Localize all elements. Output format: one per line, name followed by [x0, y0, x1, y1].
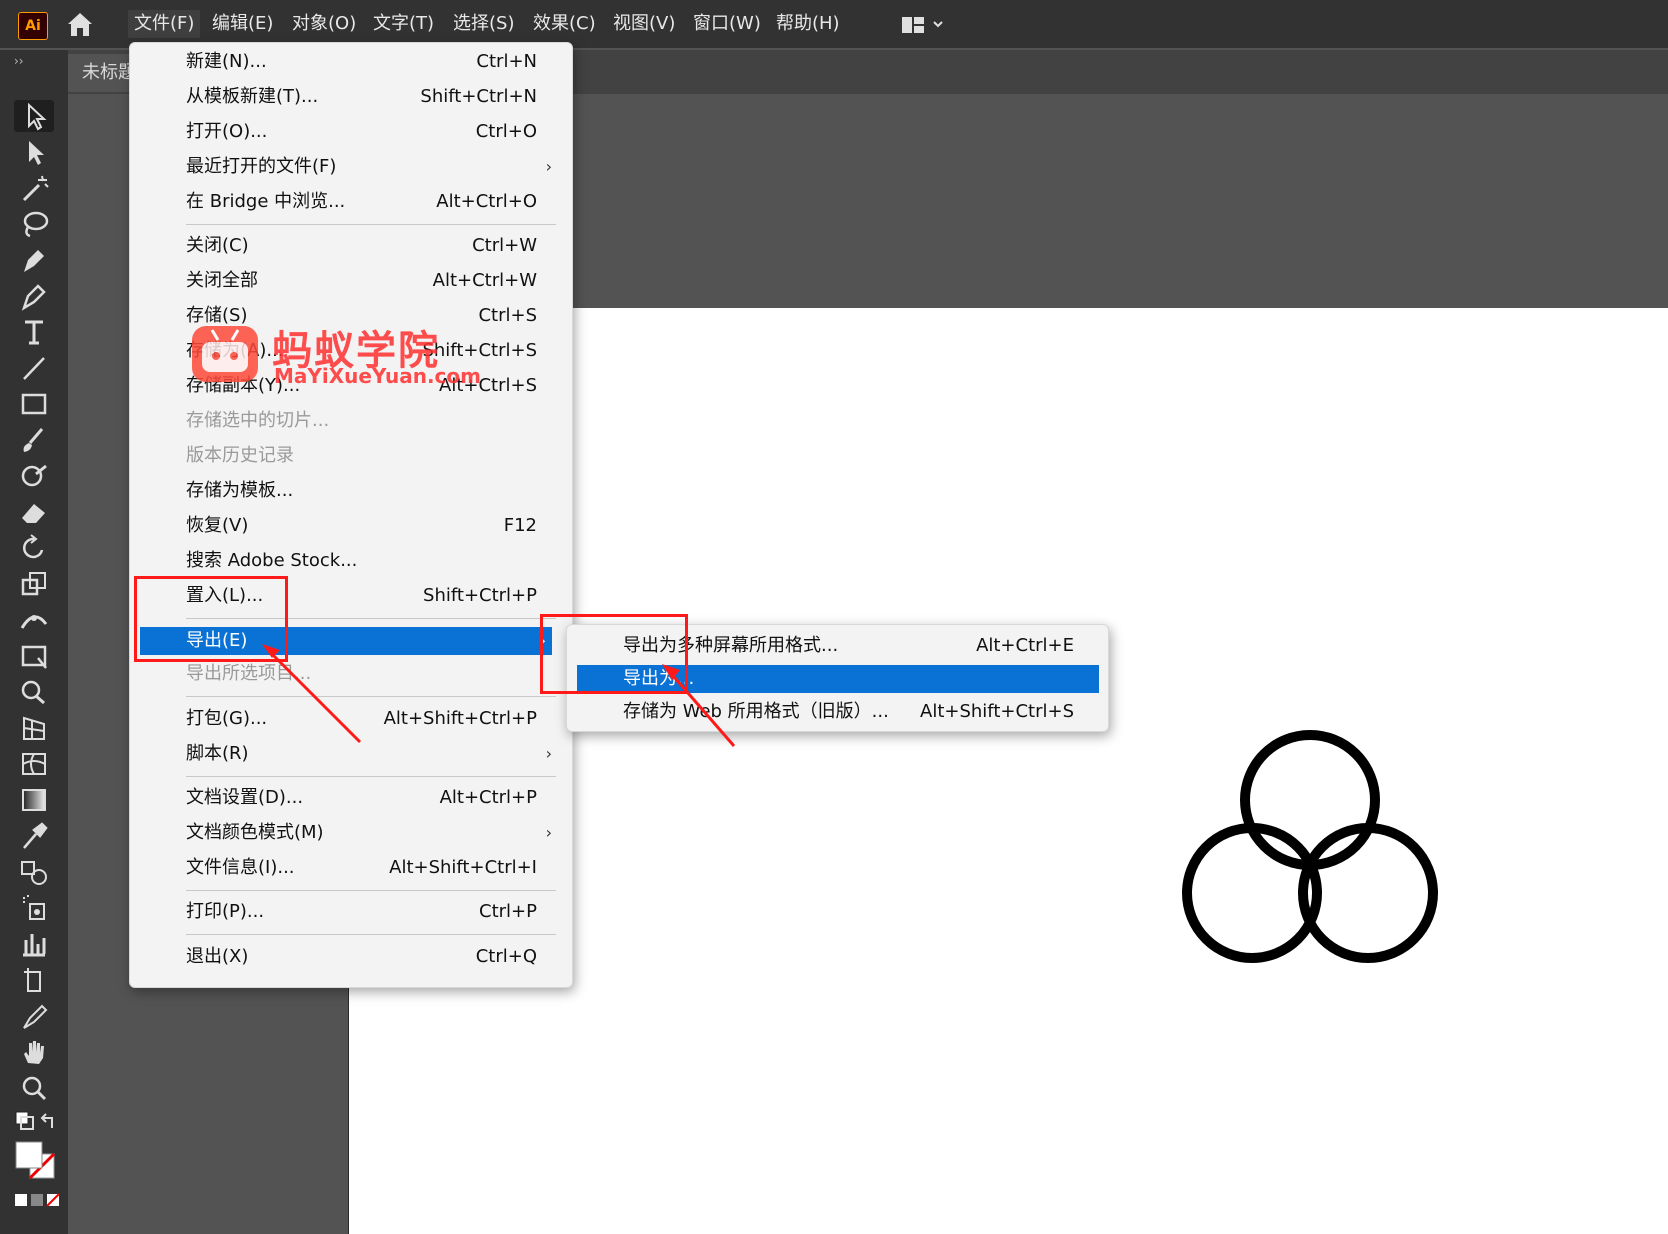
annotation-arrows [262, 644, 736, 747]
